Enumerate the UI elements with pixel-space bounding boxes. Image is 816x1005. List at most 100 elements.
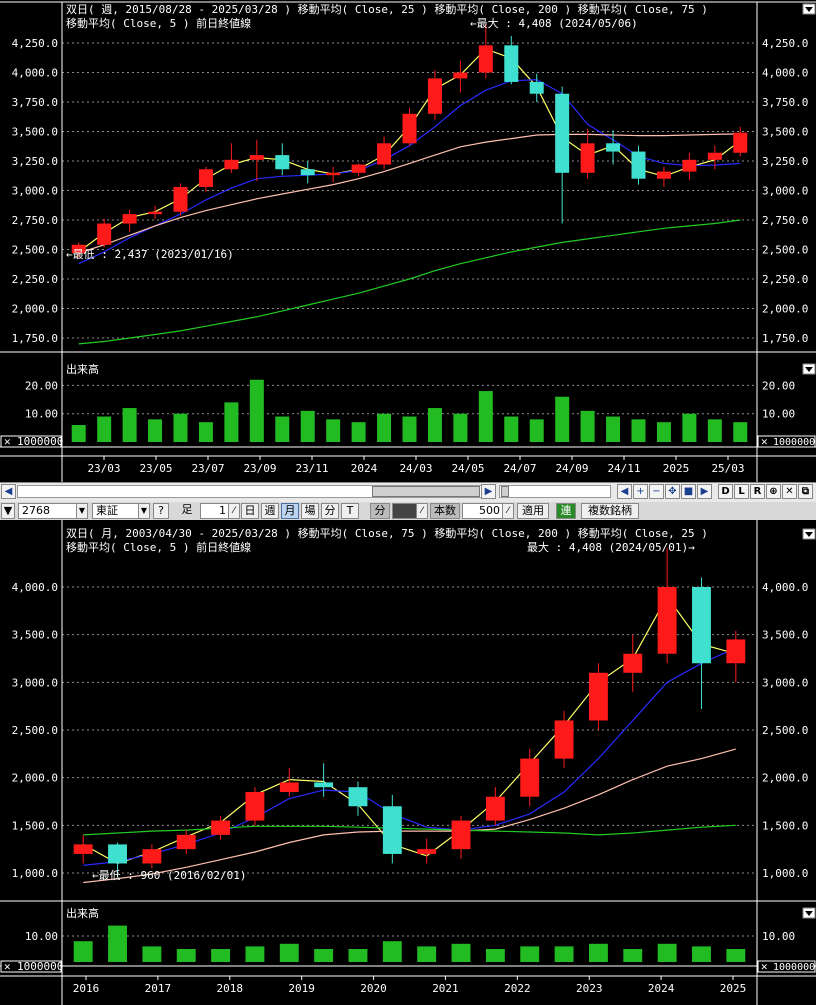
nav-magnify-button[interactable]: ⊕	[766, 484, 781, 499]
candle-body	[314, 782, 334, 788]
minute-button[interactable]: 分	[321, 503, 339, 519]
nav-pan-button[interactable]: ✥	[665, 484, 680, 499]
ren-button[interactable]: 連	[556, 503, 576, 519]
volume-bar	[427, 408, 442, 442]
candle-body	[529, 81, 544, 94]
nav-close-button[interactable]: ✕	[782, 484, 797, 499]
day-button[interactable]: 日	[241, 503, 259, 519]
week-button[interactable]: 週	[261, 503, 279, 519]
bottom-max-label: 最大 : 4,408 (2024/05/01)→	[527, 540, 695, 554]
price-tick-left: 2,500.0	[12, 244, 58, 257]
stock-code-dropdown-icon[interactable]: ▼	[76, 503, 88, 519]
month-button[interactable]: 月	[281, 503, 299, 519]
weekly-chart[interactable]: 1,750.0 1,750.0 2,000.0 2,000.0 2,250.0 2,250…	[0, 0, 816, 482]
candle-body	[211, 820, 231, 835]
monthly-chart[interactable]: 1,000.0 1,000.0 1,500.0 1,500.0 2,000.0 2,000…	[0, 520, 816, 1005]
volume-tick-right: 10.00	[762, 930, 795, 943]
time-scroll-thumb[interactable]	[372, 486, 480, 497]
price-tick-left: 1,000.0	[12, 867, 58, 880]
volume-bar	[656, 422, 671, 442]
volume-tick-right: 20.00	[762, 379, 795, 392]
honsu-value-input[interactable]: 500	[462, 503, 504, 519]
date-tick-label: 2024	[351, 462, 378, 475]
candle-body	[351, 164, 366, 173]
candle-body	[224, 159, 239, 170]
bottom-min-label: ←最低 : 960 (2016/02/01)	[92, 869, 246, 882]
nav-stop-button[interactable]: ■	[681, 484, 696, 499]
bun-edit-icon[interactable]: ⁄	[416, 503, 428, 519]
candle-body	[692, 587, 711, 664]
volume-bar	[300, 410, 315, 442]
date-tick-label: 2024	[648, 982, 675, 995]
nav-window-button[interactable]: ⧉	[798, 484, 813, 499]
scroll-left-button[interactable]: ◀	[1, 484, 16, 499]
date-tick-label: 2025	[663, 462, 690, 475]
date-tick-label: 23/07	[191, 462, 224, 475]
volume-bar	[707, 419, 722, 442]
top-volume-close-icon-left[interactable]: ✕	[4, 435, 11, 448]
volume-bar	[485, 949, 505, 962]
multi-stock-button[interactable]: 複数銘柄	[581, 503, 639, 519]
price-tick-left: 4,000.0	[12, 67, 58, 80]
volume-tick-left: 20.00	[25, 379, 58, 392]
date-tick-label: 2017	[145, 982, 172, 995]
volume-tick-left: 10.00	[25, 408, 58, 421]
price-tick-right: 4,250.0	[762, 37, 808, 50]
date-tick-label: 2019	[288, 982, 315, 995]
honsu-edit-icon[interactable]: ⁄	[502, 503, 514, 519]
nav-zoom-in-button[interactable]: +	[633, 484, 648, 499]
volume-bar	[623, 949, 643, 962]
market-dropdown-icon[interactable]: ▼	[138, 503, 150, 519]
zoom-slider-thumb[interactable]	[501, 486, 509, 497]
candle-body	[657, 587, 677, 654]
bun-label: 分	[370, 503, 390, 519]
nav-first-button[interactable]: ◀	[617, 484, 632, 499]
top-volume-close-icon-right[interactable]: ✕	[761, 435, 768, 448]
bottom-legend-line2: 移動平均( Close, 5 ) 前日終値線	[66, 540, 251, 554]
volume-bar	[478, 391, 493, 442]
candle-body	[148, 211, 163, 215]
date-tick-label: 23/03	[87, 462, 120, 475]
price-tick-right: 3,500.0	[762, 629, 808, 642]
bottom-volume-close-icon-left[interactable]: ✕	[4, 960, 11, 973]
nav-l-button[interactable]: L	[734, 484, 749, 499]
candle-body	[97, 223, 112, 245]
date-tick-label: 24/03	[399, 462, 432, 475]
volume-bar	[279, 943, 299, 962]
bun-value-input[interactable]	[392, 503, 418, 519]
volume-bar	[606, 416, 621, 442]
apply-button[interactable]: 適用	[517, 503, 549, 519]
candle-body	[417, 849, 437, 854]
nav-last-button[interactable]: ▶	[697, 484, 712, 499]
scroll-right-button[interactable]: ▶	[481, 484, 496, 499]
price-tick-left: 2,500.0	[12, 724, 58, 737]
date-tick-label: 2020	[360, 982, 387, 995]
volume-bar	[198, 422, 213, 442]
candle-body	[348, 787, 368, 807]
ashi-edit-icon[interactable]: ⁄	[228, 503, 240, 519]
price-tick-left: 3,000.0	[12, 185, 58, 198]
volume-bar	[382, 941, 402, 962]
help-button[interactable]: ?	[153, 503, 169, 519]
volume-bar	[451, 943, 471, 962]
volume-bar	[176, 949, 196, 962]
ashi-value-input[interactable]: 1	[200, 503, 230, 519]
bottom-volume-close-icon-right[interactable]: ✕	[761, 960, 768, 973]
nav-zoom-out-button[interactable]: −	[649, 484, 664, 499]
date-tick-label: 24/05	[451, 462, 484, 475]
candle-body	[707, 152, 722, 160]
top-volume-unit-left: 1000000	[17, 435, 63, 448]
volume-bar	[326, 419, 341, 442]
price-tick-right: 2,250.0	[762, 273, 808, 286]
nav-r-button[interactable]: R	[750, 484, 765, 499]
bottom-volume-title: 出来高	[66, 906, 99, 920]
nav-d-button[interactable]: D	[718, 484, 733, 499]
price-tick-right: 2,500.0	[762, 724, 808, 737]
zoom-slider-track[interactable]	[499, 485, 611, 498]
session-button[interactable]: 場	[301, 503, 319, 519]
price-tick-left: 4,250.0	[12, 37, 58, 50]
date-tick-label: 23/05	[139, 462, 172, 475]
candle-body	[142, 849, 162, 864]
tick-button[interactable]: T	[341, 503, 359, 519]
menu-arrow-button[interactable]: ▼	[1, 503, 15, 519]
